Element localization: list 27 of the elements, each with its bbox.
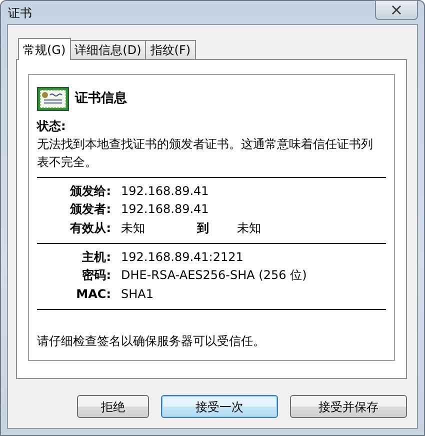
field-label: 有效从: [68,220,112,237]
field-value: 192.168.89.41 [121,183,209,200]
field-value: DHE-RSA-AES256-SHA (256 位) [121,267,307,284]
status-label: 状态: [37,118,67,135]
field-value: 未知 [237,220,261,237]
field-value: 192.168.89.41:2121 [121,249,244,266]
field-label: 颁发者: [68,201,112,218]
window-title: 证书 [8,4,32,22]
dialog-button[interactable]: 接受一次 [161,395,278,418]
field-label: 颁发给: [68,183,112,200]
field-value: 未知 [121,220,146,237]
field-value: 192.168.89.41 [121,201,209,218]
field-label: 密码: [81,267,112,284]
certificate-icon [37,87,69,111]
tab[interactable]: 详细信息(D) [70,40,146,59]
tab[interactable]: 常规(G) [18,38,71,60]
field-label: MAC: [75,286,112,303]
tab[interactable]: 指纹(F) [145,40,196,59]
field-label: 到 [197,220,210,237]
close-button[interactable]: × [375,0,418,20]
dialog-button[interactable]: 拒绝 [77,395,149,418]
dialog-button[interactable]: 接受并保存 [290,395,407,418]
field-label: 主机: [81,249,112,266]
note-text: 请仔细检查签名以确保服务器可以受信任。 [37,332,266,350]
field-value: SHA1 [121,286,154,303]
dialog-heading: 证书信息 [75,90,127,108]
status-text: 无法找到本地查找证书的颁发者证书。这通常意味着信任证书列表不完全。 [37,136,374,171]
